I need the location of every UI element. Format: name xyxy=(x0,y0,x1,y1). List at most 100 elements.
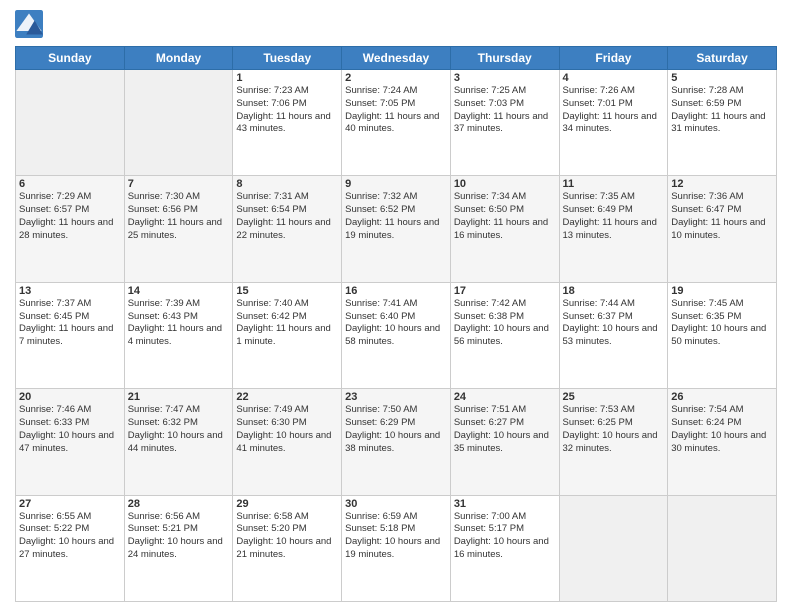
detail-line: Daylight: 10 hours and 30 minutes. xyxy=(671,430,766,454)
day-detail: Sunrise: 7:34 AMSunset: 6:50 PMDaylight:… xyxy=(454,191,556,242)
detail-line: Sunrise: 7:35 AM xyxy=(563,191,635,202)
day-number: 10 xyxy=(454,178,556,190)
detail-line: Sunrise: 7:24 AM xyxy=(345,85,417,96)
day-header-monday: Monday xyxy=(124,47,233,70)
detail-line: Daylight: 11 hours and 37 minutes. xyxy=(454,111,548,135)
day-number: 11 xyxy=(563,178,665,190)
page: SundayMondayTuesdayWednesdayThursdayFrid… xyxy=(0,0,792,612)
detail-line: Sunrise: 7:53 AM xyxy=(563,404,635,415)
day-detail: Sunrise: 7:24 AMSunset: 7:05 PMDaylight:… xyxy=(345,85,447,136)
day-header-friday: Friday xyxy=(559,47,668,70)
day-detail: Sunrise: 7:26 AMSunset: 7:01 PMDaylight:… xyxy=(563,85,665,136)
detail-line: Daylight: 10 hours and 50 minutes. xyxy=(671,323,766,347)
day-number: 21 xyxy=(128,391,230,403)
detail-line: Daylight: 11 hours and 31 minutes. xyxy=(671,111,765,135)
calendar-cell: 19Sunrise: 7:45 AMSunset: 6:35 PMDayligh… xyxy=(668,282,777,388)
detail-line: Sunset: 6:37 PM xyxy=(563,311,633,322)
detail-line: Daylight: 11 hours and 25 minutes. xyxy=(128,217,222,241)
detail-line: Sunrise: 7:30 AM xyxy=(128,191,200,202)
day-detail: Sunrise: 7:32 AMSunset: 6:52 PMDaylight:… xyxy=(345,191,447,242)
calendar-cell: 29Sunrise: 6:58 AMSunset: 5:20 PMDayligh… xyxy=(233,495,342,601)
day-number: 7 xyxy=(128,178,230,190)
calendar-cell: 15Sunrise: 7:40 AMSunset: 6:42 PMDayligh… xyxy=(233,282,342,388)
detail-line: Daylight: 10 hours and 44 minutes. xyxy=(128,430,223,454)
detail-line: Daylight: 10 hours and 47 minutes. xyxy=(19,430,114,454)
week-row-0: 1Sunrise: 7:23 AMSunset: 7:06 PMDaylight… xyxy=(16,70,777,176)
day-number: 22 xyxy=(236,391,338,403)
detail-line: Sunset: 5:22 PM xyxy=(19,523,89,534)
detail-line: Sunrise: 7:49 AM xyxy=(236,404,308,415)
detail-line: Sunrise: 7:50 AM xyxy=(345,404,417,415)
detail-line: Sunrise: 7:44 AM xyxy=(563,298,635,309)
day-detail: Sunrise: 7:35 AM Sunset: 6:49 PM Daylight:… xyxy=(563,191,665,242)
calendar-cell: 14Sunrise: 7:39 AMSunset: 6:43 PMDayligh… xyxy=(124,282,233,388)
detail-line: Daylight: 11 hours and 43 minutes. xyxy=(236,111,330,135)
detail-line: Daylight: 11 hours and 13 minutes. xyxy=(563,217,657,241)
detail-line: Sunrise: 7:45 AM xyxy=(671,298,743,309)
detail-line: Sunrise: 7:25 AM xyxy=(454,85,526,96)
logo-icon xyxy=(15,10,43,38)
detail-line: Sunrise: 7:32 AM xyxy=(345,191,417,202)
day-detail: Sunrise: 7:42 AMSunset: 6:38 PMDaylight:… xyxy=(454,298,556,349)
day-detail: Sunrise: 7:44 AMSunset: 6:37 PMDaylight:… xyxy=(563,298,665,349)
day-detail: Sunrise: 7:37 AMSunset: 6:45 PMDaylight:… xyxy=(19,298,121,349)
day-detail: Sunrise: 7:29 AM Sunset: 6:57 PM Daylight:… xyxy=(19,191,121,242)
calendar-cell xyxy=(16,70,125,176)
detail-line: Sunrise: 7:47 AM xyxy=(128,404,200,415)
detail-line: Sunset: 6:57 PM xyxy=(19,204,89,215)
detail-line: Sunrise: 6:58 AM xyxy=(236,511,308,522)
day-number: 31 xyxy=(454,498,556,510)
detail-line: Daylight: 11 hours and 16 minutes. xyxy=(454,217,548,241)
detail-line: Sunset: 6:42 PM xyxy=(236,311,306,322)
detail-line: Sunset: 5:21 PM xyxy=(128,523,198,534)
day-header-wednesday: Wednesday xyxy=(342,47,451,70)
day-detail: Sunrise: 7:51 AMSunset: 6:27 PMDaylight:… xyxy=(454,404,556,455)
day-number: 16 xyxy=(345,285,447,297)
detail-line: Sunset: 6:38 PM xyxy=(454,311,524,322)
day-number: 24 xyxy=(454,391,556,403)
detail-line: Daylight: 11 hours and 40 minutes. xyxy=(345,111,439,135)
detail-line: Sunset: 6:24 PM xyxy=(671,417,741,428)
calendar-cell: 30Sunrise: 6:59 AMSunset: 5:18 PMDayligh… xyxy=(342,495,451,601)
header-row: SundayMondayTuesdayWednesdayThursdayFrid… xyxy=(16,47,777,70)
day-detail: Sunrise: 6:59 AMSunset: 5:18 PMDaylight:… xyxy=(345,511,447,562)
calendar-cell: 9Sunrise: 7:32 AMSunset: 6:52 PMDaylight… xyxy=(342,176,451,282)
detail-line: Sunset: 6:49 PM xyxy=(563,204,633,215)
day-number: 2 xyxy=(345,72,447,84)
day-detail: Sunrise: 7:47 AMSunset: 6:32 PMDaylight:… xyxy=(128,404,230,455)
calendar-cell: 16Sunrise: 7:41 AMSunset: 6:40 PMDayligh… xyxy=(342,282,451,388)
day-detail: Sunrise: 7:50 AMSunset: 6:29 PMDaylight:… xyxy=(345,404,447,455)
day-detail: Sunrise: 7:39 AMSunset: 6:43 PMDaylight:… xyxy=(128,298,230,349)
day-detail: Sunrise: 7:46 AMSunset: 6:33 PMDaylight:… xyxy=(19,404,121,455)
detail-line: Daylight: 10 hours and 32 minutes. xyxy=(563,430,658,454)
day-detail: Sunrise: 7:30 AMSunset: 6:56 PMDaylight:… xyxy=(128,191,230,242)
detail-line: Daylight: 11 hours and 28 minutes. xyxy=(19,217,113,241)
detail-line: Sunrise: 7:31 AM xyxy=(236,191,308,202)
detail-line: Sunset: 6:59 PM xyxy=(671,98,741,109)
day-number: 4 xyxy=(563,72,665,84)
calendar-cell: 26Sunrise: 7:54 AMSunset: 6:24 PMDayligh… xyxy=(668,389,777,495)
day-detail: Sunrise: 6:58 AMSunset: 5:20 PMDaylight:… xyxy=(236,511,338,562)
detail-line: Sunset: 6:30 PM xyxy=(236,417,306,428)
detail-line: Daylight: 10 hours and 19 minutes. xyxy=(345,536,440,560)
detail-line: Sunrise: 7:39 AM xyxy=(128,298,200,309)
detail-line: Sunset: 5:20 PM xyxy=(236,523,306,534)
calendar-cell: 17Sunrise: 7:42 AMSunset: 6:38 PMDayligh… xyxy=(450,282,559,388)
day-number: 20 xyxy=(19,391,121,403)
day-detail: Sunrise: 7:31 AMSunset: 6:54 PMDaylight:… xyxy=(236,191,338,242)
detail-line: Sunset: 5:17 PM xyxy=(454,523,524,534)
calendar-cell: 23Sunrise: 7:50 AMSunset: 6:29 PMDayligh… xyxy=(342,389,451,495)
day-detail: Sunrise: 7:53 AMSunset: 6:25 PMDaylight:… xyxy=(563,404,665,455)
day-detail: Sunrise: 6:55 AMSunset: 5:22 PMDaylight:… xyxy=(19,511,121,562)
calendar-cell xyxy=(124,70,233,176)
detail-line: Sunrise: 7:54 AM xyxy=(671,404,743,415)
detail-line: Daylight: 10 hours and 24 minutes. xyxy=(128,536,223,560)
calendar-cell: 4Sunrise: 7:26 AMSunset: 7:01 PMDaylight… xyxy=(559,70,668,176)
detail-line: Sunrise: 7:29 AM xyxy=(19,191,91,202)
day-number: 29 xyxy=(236,498,338,510)
detail-line: Sunrise: 7:51 AM xyxy=(454,404,526,415)
calendar-cell: 22Sunrise: 7:49 AMSunset: 6:30 PMDayligh… xyxy=(233,389,342,495)
detail-line: Sunrise: 7:46 AM xyxy=(19,404,91,415)
calendar-table: SundayMondayTuesdayWednesdayThursdayFrid… xyxy=(15,46,777,602)
calendar-cell: 1Sunrise: 7:23 AMSunset: 7:06 PMDaylight… xyxy=(233,70,342,176)
